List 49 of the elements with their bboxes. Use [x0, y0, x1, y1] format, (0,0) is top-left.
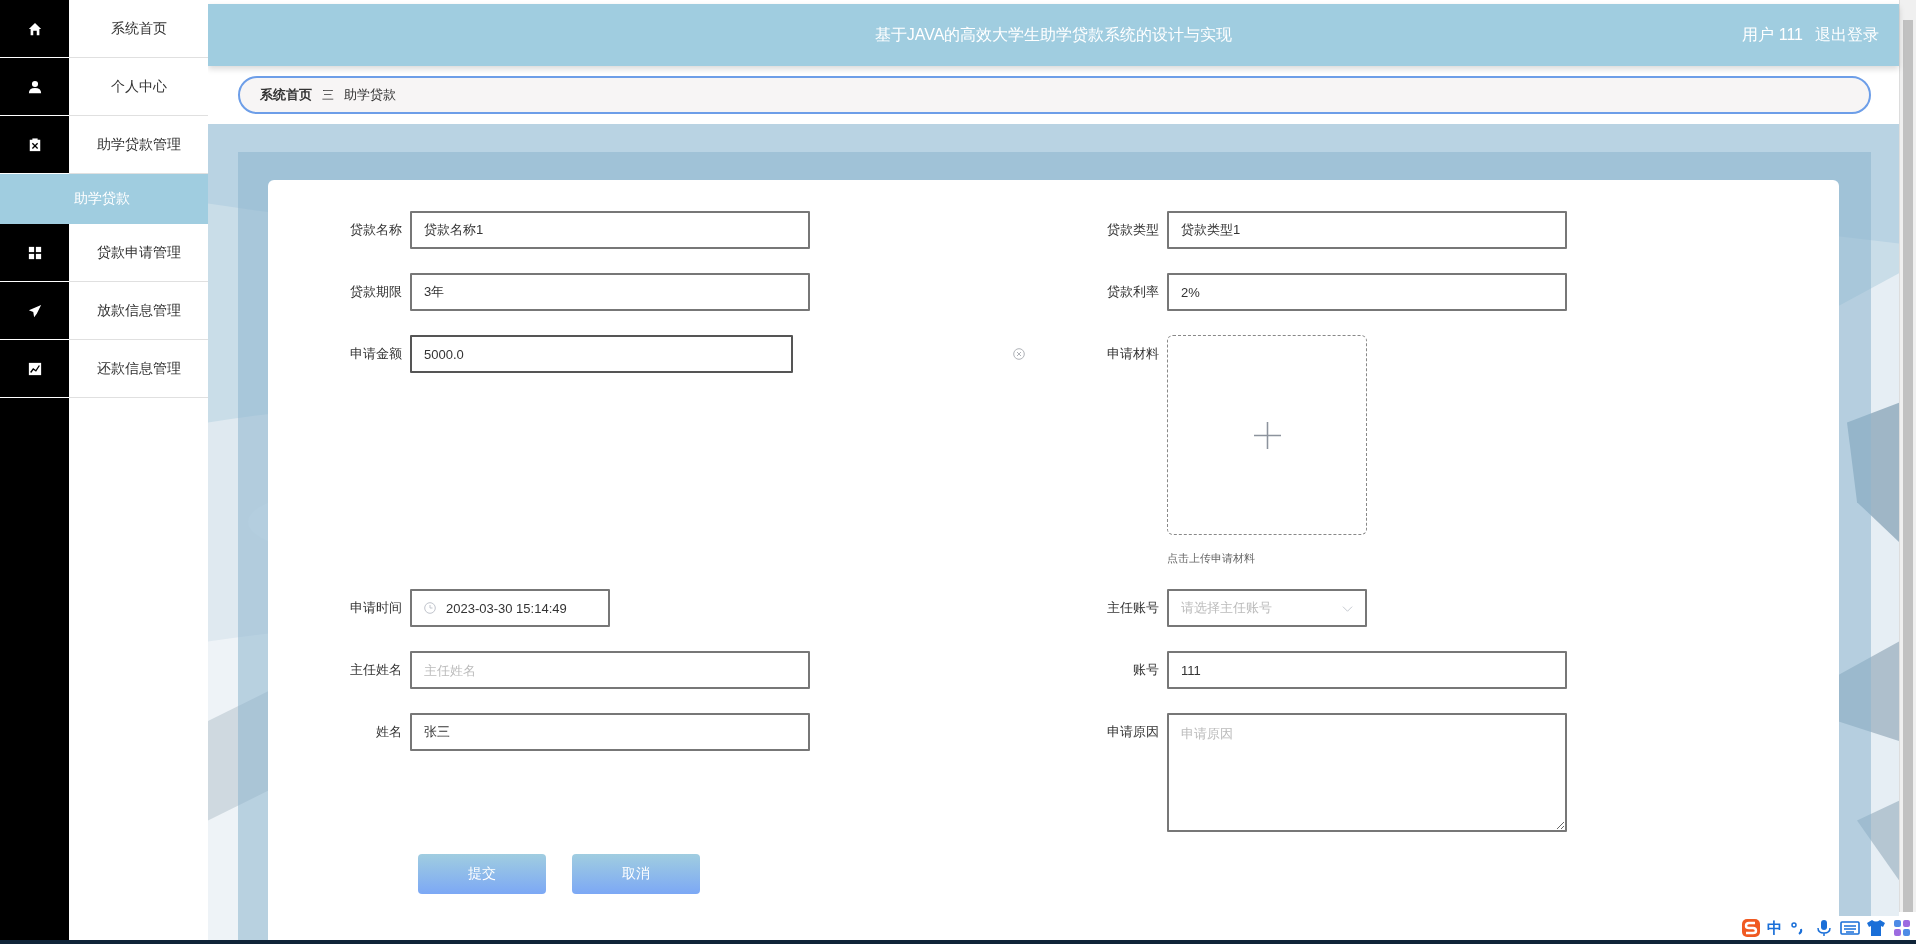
- field-label: 申请材料: [1106, 345, 1160, 363]
- field-label: 姓名: [375, 723, 403, 741]
- field-label: 申请时间: [349, 599, 403, 617]
- scrollbar[interactable]: [1899, 0, 1916, 912]
- keyboard-icon[interactable]: [1840, 918, 1860, 938]
- shirt-icon[interactable]: [1866, 918, 1886, 938]
- page-title: 基于JAVA的高效大学生助学贷款系统的设计与实现: [874, 24, 1233, 45]
- text-area[interactable]: 申请原因: [1167, 713, 1567, 832]
- input-field[interactable]: 贷款类型1: [1167, 211, 1567, 249]
- field-label: 申请原因: [1106, 723, 1160, 741]
- sidebar-item[interactable]: 贷款申请管理: [0, 224, 208, 282]
- date-field[interactable]: 2023-03-30 15:14:49: [410, 589, 610, 627]
- chart-icon: [27, 361, 42, 376]
- paper-plane-icon: [27, 303, 42, 318]
- breadcrumb-separator: 三: [322, 86, 334, 104]
- plus-icon: [1253, 421, 1281, 449]
- input-field[interactable]: 5000.0: [410, 335, 793, 373]
- field-label: 账号: [1132, 661, 1160, 679]
- field-label: 贷款期限: [349, 283, 403, 301]
- field-label: 贷款名称: [349, 221, 403, 239]
- input-field[interactable]: 111: [1167, 651, 1567, 689]
- field-label: 申请金额: [349, 345, 403, 363]
- input-field[interactable]: 张三: [410, 713, 810, 751]
- breadcrumb-link[interactable]: 系统首页: [260, 86, 312, 104]
- sidebar-item[interactable]: 还款信息管理: [0, 340, 208, 398]
- sidebar-item[interactable]: 系统首页: [0, 0, 208, 58]
- clipboard-icon: [27, 137, 42, 152]
- person-icon: [27, 79, 42, 94]
- input-field[interactable]: 2%: [1167, 273, 1567, 311]
- breadcrumb-link[interactable]: 助学贷款: [344, 86, 396, 104]
- input-mode-label[interactable]: 中: [1767, 918, 1782, 938]
- user-label: 用户 111: [1742, 24, 1803, 45]
- grid-icon: [27, 245, 42, 260]
- sidebar-item[interactable]: 个人中心: [0, 58, 208, 116]
- upload-hint: 点击上传申请材料: [1167, 551, 1256, 565]
- field-label: 贷款类型: [1106, 221, 1160, 239]
- field-label: 主任姓名: [349, 661, 403, 679]
- clear-icon[interactable]: [1013, 348, 1025, 360]
- sidebar-item[interactable]: 助学贷款管理: [0, 116, 208, 174]
- home-icon: [27, 21, 42, 36]
- microphone-icon[interactable]: [1814, 918, 1834, 938]
- apps-icon[interactable]: [1892, 918, 1912, 938]
- clock-icon: [424, 602, 436, 614]
- field-label: 贷款利率: [1106, 283, 1160, 301]
- sidebar-item[interactable]: 放款信息管理: [0, 282, 208, 340]
- input-field[interactable]: 3年: [410, 273, 810, 311]
- input-field[interactable]: 贷款名称1: [410, 211, 810, 249]
- input-field[interactable]: 主任姓名: [410, 651, 810, 689]
- field-label: 主任账号: [1106, 599, 1160, 617]
